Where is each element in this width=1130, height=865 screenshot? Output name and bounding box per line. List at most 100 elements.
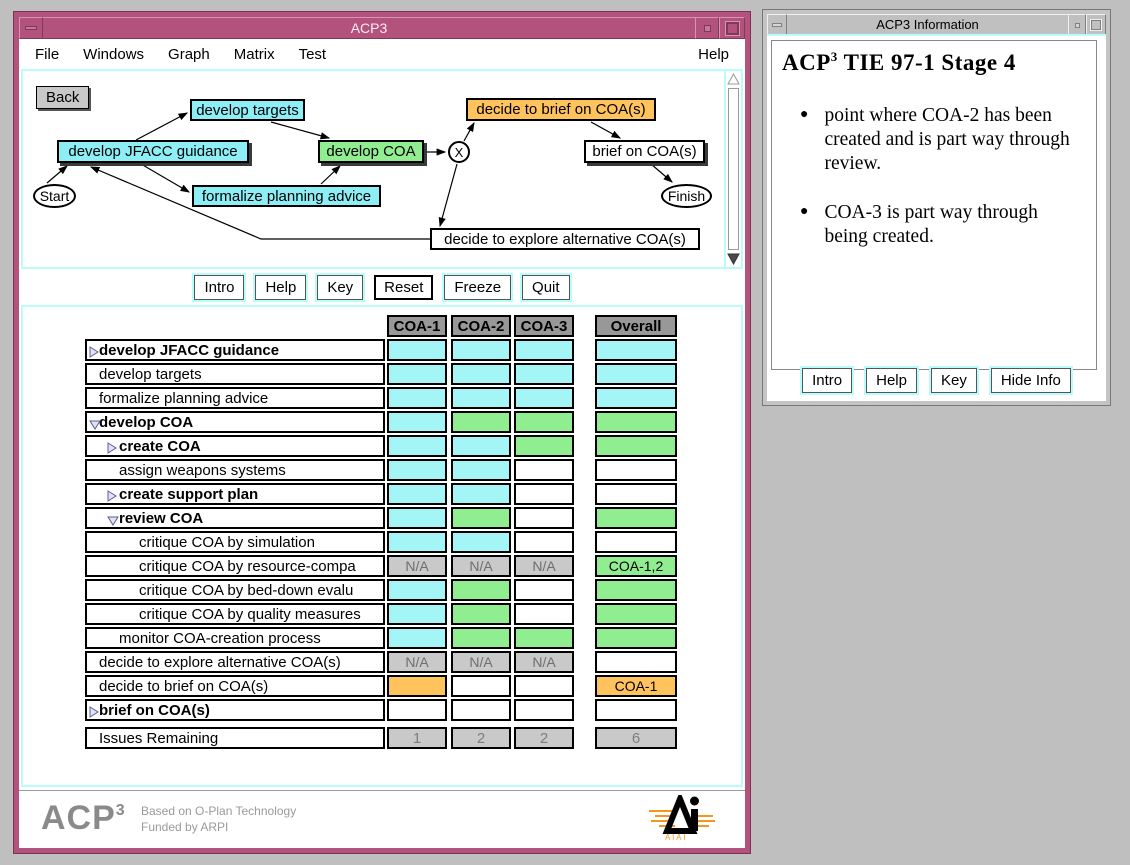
matrix-cell-coa-2[interactable] xyxy=(451,603,511,625)
matrix-cell-coa-2[interactable] xyxy=(451,627,511,649)
matrix-cell-coa-2[interactable] xyxy=(451,579,511,601)
matrix-row-label[interactable]: critique COA by bed-down evalu xyxy=(85,579,385,601)
matrix-cell-overall[interactable] xyxy=(595,579,677,601)
matrix-cell-coa-1[interactable] xyxy=(387,603,447,625)
matrix-cell-coa-3[interactable] xyxy=(514,579,574,601)
info-window-menu-button[interactable] xyxy=(767,14,787,36)
matrix-row-label[interactable]: brief on COA(s) xyxy=(85,699,385,721)
matrix-row-label[interactable]: decide to brief on COA(s) xyxy=(85,675,385,697)
scroll-up-icon[interactable] xyxy=(727,73,740,85)
matrix-cell-overall[interactable] xyxy=(595,651,677,673)
intro-button[interactable]: Intro xyxy=(194,274,245,300)
matrix-cell-overall[interactable] xyxy=(595,603,677,625)
matrix-cell-coa-1[interactable] xyxy=(387,675,447,697)
matrix-cell-overall[interactable] xyxy=(595,363,677,385)
matrix-cell-coa-3[interactable] xyxy=(514,387,574,409)
graph-node-develop-coa[interactable]: develop COA xyxy=(318,140,424,163)
menu-help[interactable]: Help xyxy=(698,46,729,63)
matrix-row-label[interactable]: formalize planning advice xyxy=(85,387,385,409)
menu-test[interactable]: Test xyxy=(299,46,327,63)
matrix-cell-overall[interactable]: COA-1,2 xyxy=(595,555,677,577)
matrix-cell-coa-3[interactable] xyxy=(514,603,574,625)
matrix-cell-overall[interactable] xyxy=(595,627,677,649)
matrix-cell-overall[interactable] xyxy=(595,507,677,529)
matrix-cell-coa-3[interactable] xyxy=(514,627,574,649)
menu-graph[interactable]: Graph xyxy=(168,46,210,63)
matrix-cell-overall[interactable] xyxy=(595,339,677,361)
scroll-down-icon[interactable] xyxy=(727,253,740,265)
matrix-row-label[interactable]: create COA xyxy=(85,435,385,457)
matrix-cell-coa-2[interactable] xyxy=(451,435,511,457)
scroll-thumb[interactable] xyxy=(728,88,739,250)
matrix-cell-coa-1[interactable] xyxy=(387,459,447,481)
info-help-button[interactable]: Help xyxy=(866,367,917,393)
matrix-row-label[interactable]: assign weapons systems xyxy=(85,459,385,481)
graph-node-develop-jfacc-guidance[interactable]: develop JFACC guidance xyxy=(57,140,249,163)
expander-down-icon[interactable] xyxy=(89,417,101,431)
matrix-cell-coa-3[interactable] xyxy=(514,675,574,697)
matrix-cell-coa-2[interactable] xyxy=(451,531,511,553)
matrix-cell-coa-2[interactable] xyxy=(451,363,511,385)
matrix-cell-coa-1[interactable] xyxy=(387,339,447,361)
reset-button[interactable]: Reset xyxy=(374,274,434,300)
matrix-row-label[interactable]: monitor COA-creation process xyxy=(85,627,385,649)
matrix-row-label[interactable]: develop targets xyxy=(85,363,385,385)
matrix-row-label[interactable]: critique COA by quality measures xyxy=(85,603,385,625)
matrix-cell-coa-3[interactable] xyxy=(514,435,574,457)
graph-node-formalize-planning-advice[interactable]: formalize planning advice xyxy=(192,185,381,207)
expander-right-icon[interactable] xyxy=(89,705,99,719)
graph-scrollbar[interactable] xyxy=(724,71,741,267)
matrix-cell-overall[interactable] xyxy=(595,699,677,721)
expander-right-icon[interactable] xyxy=(107,489,117,503)
matrix-cell-coa-2[interactable] xyxy=(451,675,511,697)
matrix-row-label[interactable]: critique COA by simulation xyxy=(85,531,385,553)
expander-down-icon[interactable] xyxy=(107,513,119,527)
graph-node-decide-to-brief[interactable]: decide to brief on COA(s) xyxy=(466,98,656,121)
matrix-cell-overall[interactable] xyxy=(595,387,677,409)
key-button[interactable]: Key xyxy=(317,274,364,300)
matrix-cell-coa-1[interactable] xyxy=(387,699,447,721)
matrix-cell-coa-2[interactable] xyxy=(451,339,511,361)
info-minimize-button[interactable] xyxy=(1068,14,1086,36)
matrix-cell-coa-3[interactable]: N/A xyxy=(514,651,574,673)
matrix-cell-coa-3[interactable] xyxy=(514,363,574,385)
matrix-cell-coa-1[interactable] xyxy=(387,411,447,433)
matrix-cell-coa-3[interactable] xyxy=(514,699,574,721)
matrix-cell-overall[interactable]: COA-1 xyxy=(595,675,677,697)
matrix-row-label[interactable]: review COA xyxy=(85,507,385,529)
matrix-row-label[interactable]: develop COA xyxy=(85,411,385,433)
matrix-cell-coa-2[interactable] xyxy=(451,507,511,529)
matrix-cell-overall[interactable] xyxy=(595,411,677,433)
matrix-cell-overall[interactable] xyxy=(595,435,677,457)
matrix-cell-coa-2[interactable] xyxy=(451,387,511,409)
matrix-cell-coa-3[interactable] xyxy=(514,531,574,553)
matrix-cell-coa-3[interactable] xyxy=(514,411,574,433)
expander-right-icon[interactable] xyxy=(89,345,99,359)
matrix-cell-coa-3[interactable]: N/A xyxy=(514,555,574,577)
maximize-button[interactable] xyxy=(719,17,745,39)
matrix-cell-coa-1[interactable] xyxy=(387,627,447,649)
matrix-row-label[interactable]: develop JFACC guidance xyxy=(85,339,385,361)
graph-node-decide-to-explore[interactable]: decide to explore alternative COA(s) xyxy=(430,228,700,250)
menu-file[interactable]: File xyxy=(35,46,59,63)
matrix-cell-coa-3[interactable] xyxy=(514,507,574,529)
help-button[interactable]: Help xyxy=(255,274,307,300)
window-menu-button[interactable] xyxy=(19,17,43,39)
matrix-cell-coa-2[interactable]: N/A xyxy=(451,555,511,577)
matrix-cell-coa-3[interactable] xyxy=(514,483,574,505)
info-key-button[interactable]: Key xyxy=(930,367,977,393)
matrix-cell-coa-2[interactable] xyxy=(451,483,511,505)
matrix-cell-coa-1[interactable] xyxy=(387,579,447,601)
matrix-cell-coa-3[interactable] xyxy=(514,339,574,361)
matrix-cell-coa-1[interactable] xyxy=(387,531,447,553)
menu-matrix[interactable]: Matrix xyxy=(234,46,275,63)
info-intro-button[interactable]: Intro xyxy=(802,367,853,393)
quit-button[interactable]: Quit xyxy=(522,274,570,300)
freeze-button[interactable]: Freeze xyxy=(444,274,512,300)
matrix-cell-coa-1[interactable] xyxy=(387,363,447,385)
graph-node-develop-targets[interactable]: develop targets xyxy=(190,99,305,121)
graph-node-brief-on-coas[interactable]: brief on COA(s) xyxy=(584,140,705,163)
matrix-cell-coa-2[interactable] xyxy=(451,411,511,433)
matrix-cell-coa-3[interactable] xyxy=(514,459,574,481)
matrix-row-label[interactable]: decide to explore alternative COA(s) xyxy=(85,651,385,673)
